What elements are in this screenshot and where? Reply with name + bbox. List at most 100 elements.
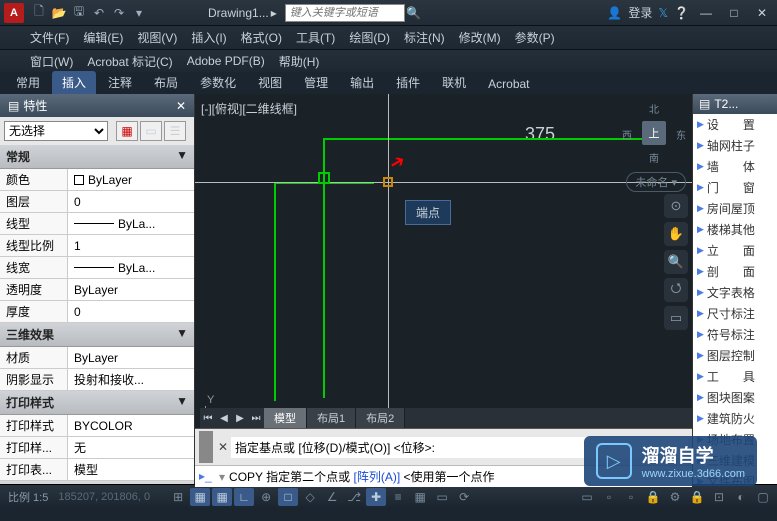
search-input[interactable] — [285, 4, 405, 22]
coords-display[interactable]: 185207, 201806, 0 — [54, 491, 154, 503]
menu-item[interactable]: 插入(I) — [191, 29, 226, 46]
ribbon-tab[interactable]: 插入 — [52, 71, 96, 94]
property-row[interactable]: 透明度ByLayer — [0, 279, 194, 301]
layout-tab[interactable]: 布局2 — [356, 408, 405, 428]
property-value[interactable]: 0 — [68, 191, 194, 212]
property-value[interactable]: 无 — [68, 437, 194, 458]
recent-cmd-icon[interactable]: ▾ — [219, 470, 225, 484]
property-row[interactable]: 线型比例1 — [0, 235, 194, 257]
minimize-button[interactable]: — — [695, 4, 717, 22]
menu-item[interactable]: 绘图(D) — [349, 29, 390, 46]
property-row[interactable]: 打印样式BYCOLOR — [0, 415, 194, 437]
property-row[interactable]: 材质ByLayer — [0, 347, 194, 369]
ribbon-tab[interactable]: Acrobat — [478, 74, 539, 94]
annotation-scale-icon[interactable]: 🔒 — [643, 488, 663, 506]
toolbar-lock-icon[interactable]: 🔒 — [687, 488, 707, 506]
close-button[interactable]: ✕ — [751, 4, 773, 22]
property-value[interactable]: ByLayer — [68, 279, 194, 300]
property-row[interactable]: 图层0 — [0, 191, 194, 213]
ducs-icon[interactable]: ⎇ — [344, 488, 364, 506]
menu-item[interactable]: 窗口(W) — [30, 53, 73, 70]
qat-redo-icon[interactable]: ↷ — [110, 4, 128, 22]
ribbon-tab[interactable]: 管理 — [294, 71, 338, 94]
zoom-extents-icon[interactable]: 🔍 — [664, 250, 688, 274]
tool-palette-item[interactable]: ▶剖 面 — [693, 261, 777, 282]
maximize-button[interactable]: □ — [723, 4, 745, 22]
help-icon[interactable]: ❔ — [674, 6, 689, 20]
ribbon-tab[interactable]: 插件 — [386, 71, 430, 94]
full-nav-wheel-icon[interactable]: ⊙ — [664, 194, 688, 218]
ribbon-tab[interactable]: 输出 — [340, 71, 384, 94]
rpanel-pin-icon[interactable]: ▤ — [699, 97, 710, 111]
ribbon-tab[interactable]: 视图 — [248, 71, 292, 94]
layout-tab[interactable]: 模型 — [264, 408, 307, 428]
property-value[interactable]: 投射和接收... — [68, 369, 194, 390]
login-link[interactable]: 登录 — [628, 4, 652, 21]
menu-item[interactable]: 参数(P) — [515, 29, 555, 46]
tool-palette-item[interactable]: ▶立 面 — [693, 240, 777, 261]
cmd-close-icon[interactable]: ✕ — [215, 439, 231, 455]
menu-item[interactable]: 视图(V) — [137, 29, 177, 46]
section-title[interactable]: 打印样式 — [6, 394, 54, 411]
property-row[interactable]: 线型ByLa... — [0, 213, 194, 235]
property-value[interactable]: ByLayer — [68, 347, 194, 368]
qat-undo-icon[interactable]: ↶ — [90, 4, 108, 22]
tool-palette-item[interactable]: ▶文字表格 — [693, 282, 777, 303]
tab-last-icon[interactable]: ⏭ — [248, 410, 264, 426]
quick-properties-icon[interactable]: ▭ — [432, 488, 452, 506]
cmd-drag-handle[interactable] — [199, 431, 213, 463]
infer-constraints-icon[interactable]: ⊞ — [168, 488, 188, 506]
dynamic-input-icon[interactable]: ✚ — [366, 488, 386, 506]
menu-item[interactable]: 编辑(E) — [83, 29, 123, 46]
pan-icon[interactable]: ✋ — [664, 222, 688, 246]
tool-palette-item[interactable]: ▶符号标注 — [693, 324, 777, 345]
otrack-icon[interactable]: ∠ — [322, 488, 342, 506]
menu-item[interactable]: 标注(N) — [404, 29, 445, 46]
viewport-label[interactable]: [-][俯视][二维线框] — [201, 100, 297, 117]
tool-palette-item[interactable]: ▶轴网柱子 — [693, 135, 777, 156]
3dosnap-icon[interactable]: ◇ — [300, 488, 320, 506]
menu-item[interactable]: 工具(T) — [296, 29, 335, 46]
tool-palette-item[interactable]: ▶工 具 — [693, 366, 777, 387]
grid-display-icon[interactable]: ▦ — [212, 488, 232, 506]
osnap-icon[interactable]: □ — [278, 488, 298, 506]
property-row[interactable]: 颜色ByLayer — [0, 169, 194, 191]
ribbon-tab[interactable]: 注释 — [98, 71, 142, 94]
menu-item[interactable]: 文件(F) — [30, 29, 69, 46]
hardware-accel-icon[interactable]: ⊡ — [709, 488, 729, 506]
isolate-objects-icon[interactable]: ◐ — [731, 488, 751, 506]
menu-item[interactable]: Acrobat 标记(C) — [87, 53, 172, 70]
tool-palette-item[interactable]: ▶场地布置 — [693, 429, 777, 450]
section-title[interactable]: 三维效果 — [6, 326, 54, 343]
cmd-current[interactable]: COPY 指定第二个点或 [阵列(A)] <使用第一个点作 — [229, 468, 494, 485]
panel-pin-icon[interactable]: ▤ — [8, 99, 19, 113]
tab-first-icon[interactable]: ⏮ — [200, 410, 216, 426]
tab-prev-icon[interactable]: ◀ — [216, 410, 232, 426]
orbit-icon[interactable]: ⭯ — [664, 278, 688, 302]
property-row[interactable]: 阴影显示投射和接收... — [0, 369, 194, 391]
transparency-icon[interactable]: ▦ — [410, 488, 430, 506]
tool-palette-item[interactable]: ▶建筑防火 — [693, 408, 777, 429]
menu-item[interactable]: 修改(M) — [459, 29, 501, 46]
panel-close-icon[interactable]: ✕ — [176, 99, 186, 113]
polar-tracking-icon[interactable]: ⊕ — [256, 488, 276, 506]
collapse-icon[interactable]: ▼ — [176, 394, 188, 411]
showmotion-icon[interactable]: ▭ — [664, 306, 688, 330]
tool-palette-item[interactable]: ▶房间屋顶 — [693, 198, 777, 219]
tool-palette-item[interactable]: ▶三维建模 — [693, 450, 777, 471]
quick-view-layouts-icon[interactable]: ▫ — [599, 488, 619, 506]
ribbon-tab[interactable]: 参数化 — [190, 71, 246, 94]
tool-palette-item[interactable]: ▶图块图案 — [693, 387, 777, 408]
qat-open-icon[interactable]: 📂 — [50, 4, 68, 22]
pickadd-icon[interactable]: ☰ — [164, 121, 186, 141]
clean-screen-icon[interactable]: ▢ — [753, 488, 773, 506]
tab-next-icon[interactable]: ▶ — [232, 410, 248, 426]
property-row[interactable]: 打印样...无 — [0, 437, 194, 459]
model-space-button[interactable]: ▭ — [577, 488, 597, 506]
selection-cycling-icon[interactable]: ⟳ — [454, 488, 474, 506]
tool-palette-item[interactable]: ▶门 窗 — [693, 177, 777, 198]
user-icon[interactable]: 👤 — [607, 6, 622, 20]
tool-palette-item[interactable]: ▶尺寸标注 — [693, 303, 777, 324]
ucs-name[interactable]: 未命名 ▾ — [626, 172, 686, 192]
property-value[interactable]: ByLa... — [68, 257, 194, 278]
